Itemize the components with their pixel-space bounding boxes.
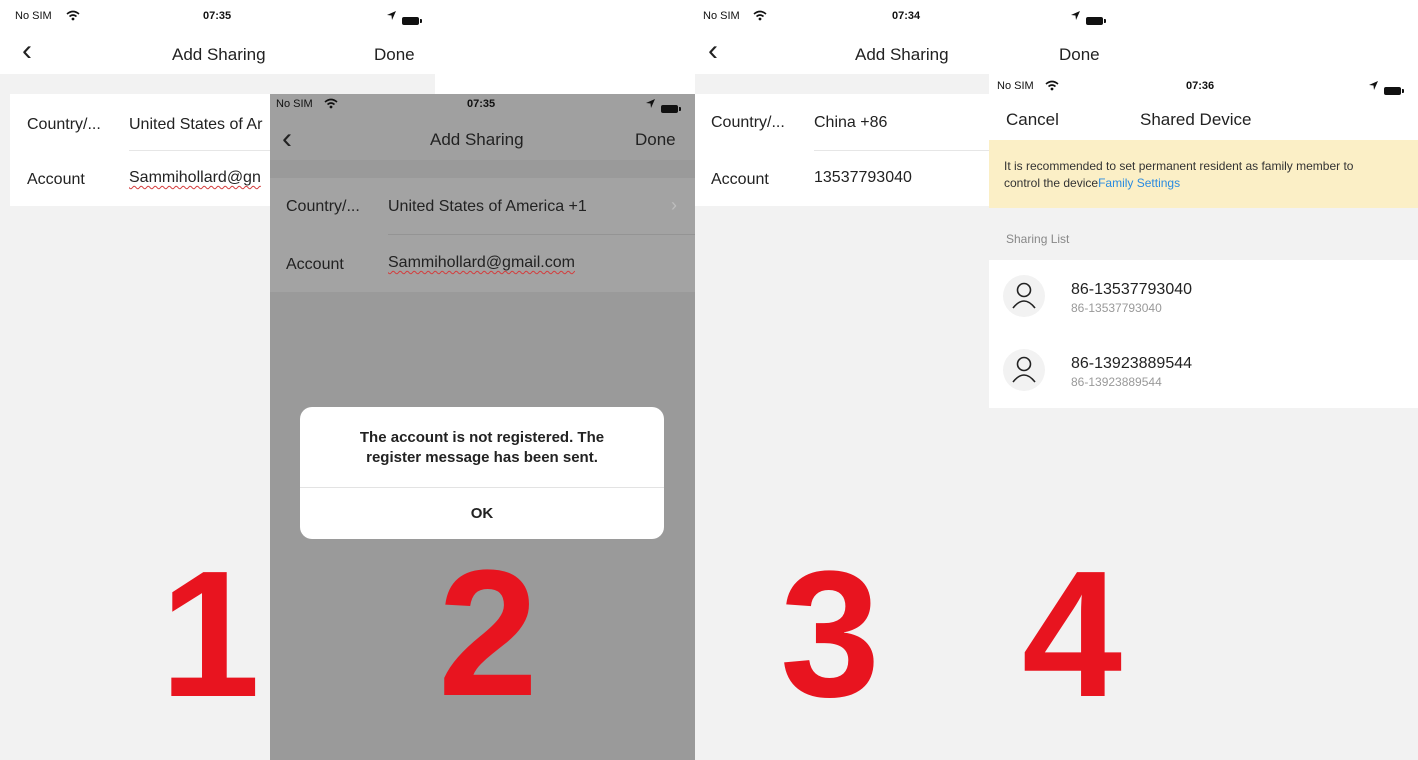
country-field[interactable]: United States of Ar (129, 116, 262, 134)
battery-icon (402, 16, 422, 25)
member-sub: 86-13923889544 (1071, 375, 1162, 389)
list-item[interactable]: 86-13537793040 86-13537793040 (989, 260, 1418, 334)
location-icon (387, 11, 396, 20)
page-title: Add Sharing (855, 45, 949, 64)
back-button[interactable]: ‹ (282, 124, 292, 154)
account-field[interactable]: 13537793040 (814, 169, 912, 187)
done-button[interactable]: Done (1059, 45, 1100, 65)
alert-dialog: The account is not registered. The regis… (300, 407, 664, 539)
member-name: 86-13537793040 (1071, 281, 1193, 298)
page-title: Add Sharing (172, 45, 266, 64)
sharing-list: 86-13537793040 86-13537793040 86-1392388… (989, 260, 1418, 408)
status-time: 07:35 (467, 98, 496, 110)
account-field[interactable]: Sammihollard@gmail.com (388, 254, 575, 272)
row-divider (388, 234, 695, 235)
location-icon (1369, 81, 1378, 90)
wifi-icon (753, 10, 767, 21)
location-icon (646, 99, 655, 108)
location-icon (1071, 11, 1080, 20)
country-field[interactable]: China +86 (814, 114, 887, 132)
done-button[interactable]: Done (635, 130, 676, 150)
banner-text: It is recommended to set permanent resid… (1004, 158, 1384, 192)
list-item[interactable]: 86-13923889544 86-13923889544 (989, 334, 1418, 408)
step-number: 1 (160, 534, 261, 735)
user-icon (1012, 356, 1036, 383)
wifi-icon (324, 98, 338, 109)
avatar (1003, 275, 1045, 317)
step-number: 2 (438, 533, 539, 734)
form-section (270, 178, 695, 292)
section-header: Sharing List (1006, 232, 1070, 246)
alert-divider (300, 487, 664, 488)
step-number: 4 (1022, 534, 1123, 735)
account-label: Account (286, 256, 344, 273)
status-time: 07:35 (203, 10, 232, 22)
carrier-label: No SIM (276, 98, 313, 110)
alert-message-line-1: The account is not registered. The (359, 429, 605, 446)
member-sub: 86-13537793040 (1071, 301, 1162, 315)
status-time: 07:34 (892, 10, 921, 22)
country-label: Country/... (286, 198, 360, 215)
status-time: 07:36 (1186, 80, 1215, 92)
account-label: Account (27, 171, 85, 188)
carrier-label: No SIM (997, 80, 1034, 92)
page-title: Add Sharing (430, 130, 524, 149)
battery-icon (1086, 16, 1106, 25)
back-button[interactable]: ‹ (708, 36, 718, 66)
alert-ok-button[interactable]: OK (300, 505, 664, 522)
step-number: 3 (780, 534, 881, 735)
account-label: Account (711, 171, 769, 188)
user-icon (1012, 282, 1036, 309)
cancel-button[interactable]: Cancel (1006, 110, 1059, 130)
carrier-label: No SIM (703, 10, 740, 22)
page-title: Shared Device (1140, 110, 1252, 129)
row-divider (814, 150, 989, 151)
screen-3: No SIM 07:34 ‹ Add Sharing Country/... C… (695, 0, 989, 760)
alert-message-line-2: register message has been sent. (366, 449, 598, 466)
chevron-right-icon: › (671, 195, 677, 215)
done-button[interactable]: Done (374, 45, 415, 65)
country-label: Country/... (27, 116, 101, 133)
family-recommendation-banner: It is recommended to set permanent resid… (989, 140, 1418, 208)
country-label: Country/... (711, 114, 785, 131)
back-button[interactable]: ‹ (22, 36, 32, 66)
wifi-icon (1045, 80, 1059, 91)
screen-2: No SIM 07:35 ‹ Add Sharing Done Country/… (270, 94, 695, 760)
battery-icon (661, 104, 681, 113)
member-name: 86-13923889544 (1071, 355, 1193, 372)
account-field[interactable]: Sammihollard@gn (129, 169, 261, 187)
battery-icon (1384, 86, 1404, 95)
screen-4: No SIM 07:36 Cancel Shared Device It is … (989, 76, 1418, 760)
country-field[interactable]: United States of America +1 (388, 198, 587, 216)
avatar (1003, 349, 1045, 391)
carrier-label: No SIM (15, 10, 52, 22)
wifi-icon (66, 10, 80, 21)
family-settings-link[interactable]: Family Settings (1098, 176, 1180, 190)
